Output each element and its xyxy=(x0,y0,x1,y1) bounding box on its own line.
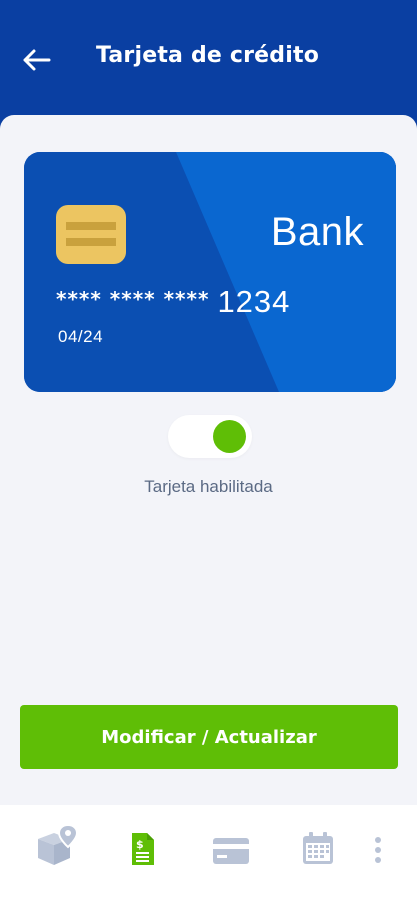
nav-item-more[interactable] xyxy=(372,837,384,863)
bank-name: Bank xyxy=(270,210,364,254)
card-number: **** **** **** 1234 xyxy=(56,284,290,320)
card-number-masked: **** **** **** xyxy=(56,287,210,311)
modify-update-button[interactable]: Modificar / Actualizar xyxy=(20,705,398,769)
card-expiry: 04/24 xyxy=(58,327,104,346)
toggle-label: Tarjeta habilitada xyxy=(144,477,273,496)
app-header: Tarjeta de crédito xyxy=(0,0,417,130)
package-location-icon xyxy=(38,823,79,865)
arrow-left-icon xyxy=(23,49,51,71)
card-enabled-toggle[interactable] xyxy=(168,415,252,458)
bottom-navigation: $ xyxy=(0,805,417,897)
main-content: Bank **** **** **** 1234 04/24 Tarjeta h… xyxy=(0,115,417,805)
card-background-decoration xyxy=(24,152,396,392)
back-button[interactable] xyxy=(18,44,54,76)
page-title: Tarjeta de crédito xyxy=(96,43,320,68)
nav-item-billing[interactable]: $ xyxy=(130,833,156,865)
receipt-dollar-icon: $ xyxy=(132,833,154,865)
more-vertical-icon xyxy=(375,837,381,863)
chip-icon xyxy=(56,205,126,264)
card-number-last-digits: 1234 xyxy=(217,284,291,319)
credit-card-icon xyxy=(213,838,249,864)
svg-text:$: $ xyxy=(136,838,144,851)
toggle-knob xyxy=(213,420,246,453)
nav-item-cards[interactable] xyxy=(213,838,249,864)
nav-item-shipments[interactable] xyxy=(36,823,80,867)
calendar-icon xyxy=(303,832,333,864)
nav-item-calendar[interactable] xyxy=(303,832,333,864)
credit-card: Bank **** **** **** 1234 04/24 xyxy=(24,152,396,392)
